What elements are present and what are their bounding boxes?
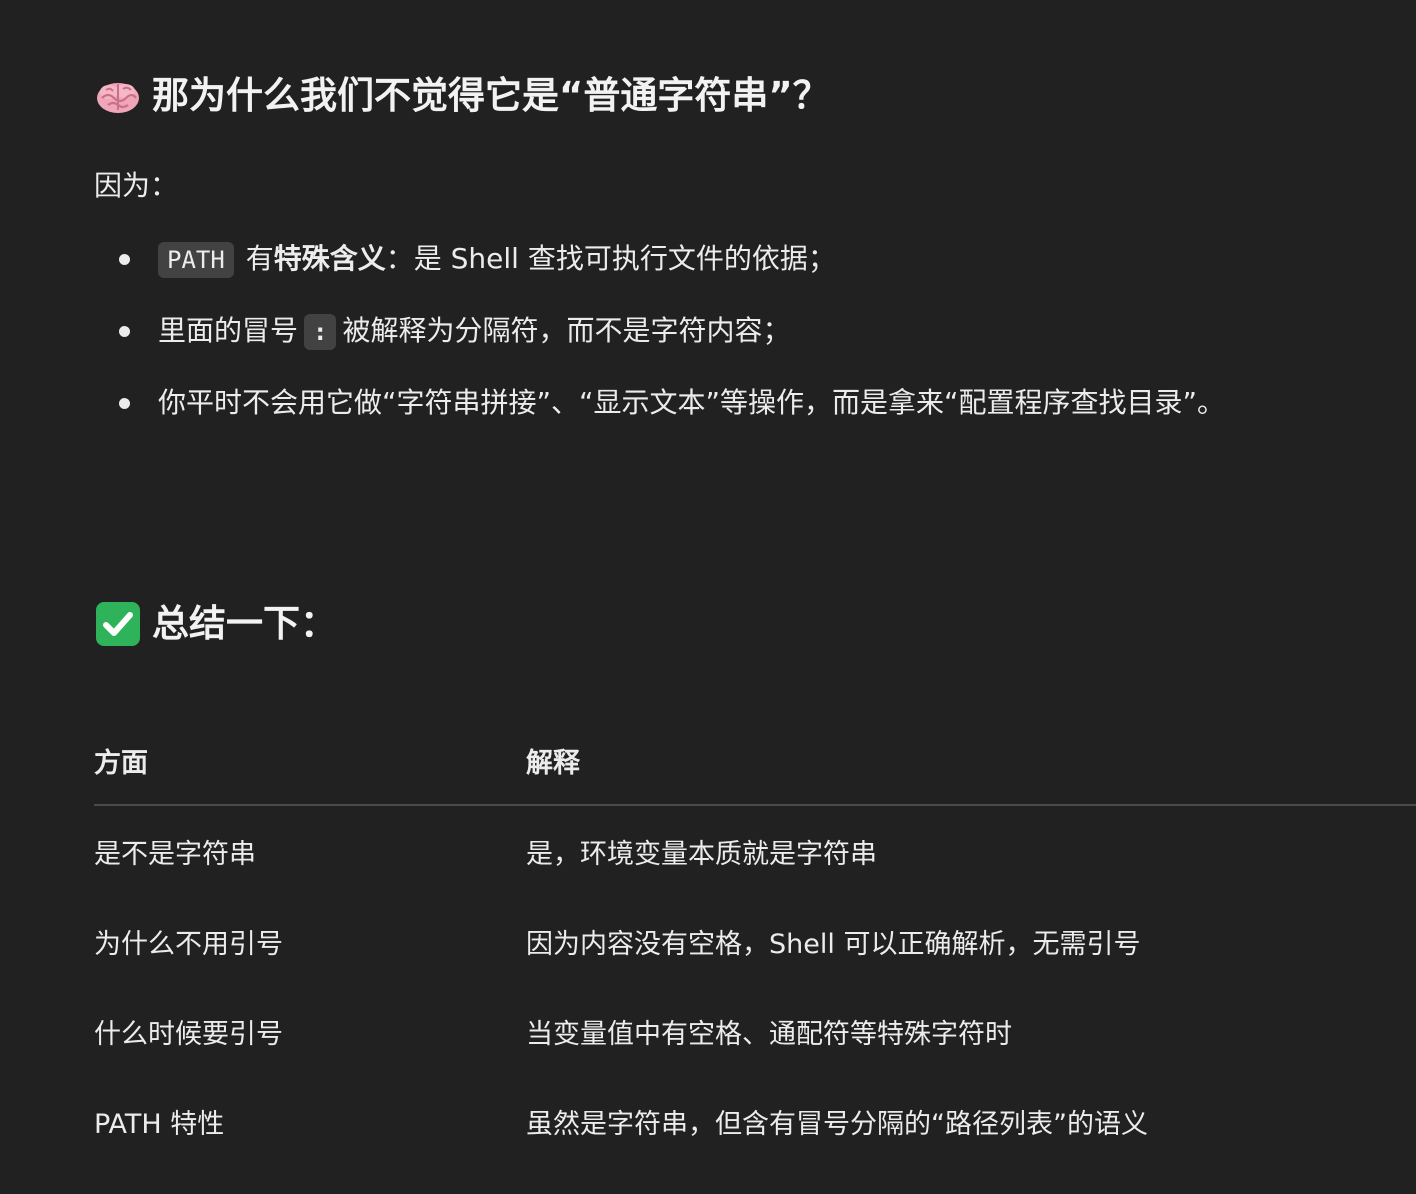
bullet-list: PATH 有特殊含义：是 Shell 查找可执行文件的依据； 里面的冒号: 被解释… — [94, 237, 1416, 453]
list-item: 里面的冒号: 被解释为分隔符，而不是字符内容； — [94, 309, 1416, 381]
intro-text: 因为： — [94, 169, 179, 202]
heading-why-text: 那为什么我们不觉得它是“普通字符串”？ — [152, 74, 830, 117]
brain-icon — [97, 83, 139, 113]
table-cell: 因为内容没有空格，Shell 可以正确解析，无需引号 — [526, 928, 1141, 960]
table-cell: 虽然是字符串，但含有冒号分隔的“路径列表”的语义 — [526, 1108, 1148, 1140]
table-row: PATH 特性 虽然是字符串，但含有冒号分隔的“路径列表”的语义 — [94, 1076, 1416, 1166]
table-cell: PATH 特性 — [94, 1108, 225, 1140]
table-header-row: 方面 解释 — [94, 716, 1416, 806]
bullet-text: 有 — [236, 242, 274, 275]
bullet-dot — [119, 326, 130, 337]
bullet-dot — [119, 254, 130, 265]
table-cell: 是，环境变量本质就是字符串 — [526, 838, 877, 870]
list-item: PATH 有特殊含义：是 Shell 查找可执行文件的依据； — [94, 237, 1416, 309]
heading-why: 那为什么我们不觉得它是“普通字符串”？ — [94, 72, 830, 120]
inline-code-colon: : — [304, 314, 337, 350]
table-header-explanation: 解释 — [526, 716, 1416, 806]
bullet-text: 你平时不会用它做“字符串拼接”、“显示文本”等操作，而是拿来“配置程序查找目录”… — [158, 386, 1226, 419]
heading-summary: 总结一下： — [94, 600, 337, 648]
bullet-text: ：是 Shell 查找可执行文件的依据； — [385, 242, 836, 275]
summary-table: 方面 解释 是不是字符串 是，环境变量本质就是字符串 为什么不用引号 因为内容没… — [94, 716, 1416, 1166]
inline-code-path: PATH — [158, 242, 234, 278]
table-header-aspect: 方面 — [94, 716, 526, 806]
table-cell: 是不是字符串 — [94, 838, 256, 870]
table-row: 为什么不用引号 因为内容没有空格，Shell 可以正确解析，无需引号 — [94, 896, 1416, 986]
table-cell: 当变量值中有空格、通配符等特殊字符时 — [526, 1018, 1012, 1050]
table-row: 什么时候要引号 当变量值中有空格、通配符等特殊字符时 — [94, 986, 1416, 1076]
bullet-text: 被解释为分隔符，而不是字符内容； — [342, 314, 791, 347]
bullet-text: 里面的冒号 — [158, 314, 299, 347]
check-mark-button-icon — [96, 602, 140, 646]
bullet-dot — [119, 398, 130, 409]
heading-summary-text: 总结一下： — [152, 602, 337, 645]
bold-text: 特殊含义 — [273, 242, 386, 275]
table-cell: 什么时候要引号 — [94, 1018, 283, 1050]
table-row: 是不是字符串 是，环境变量本质就是字符串 — [94, 805, 1416, 896]
list-item: 你平时不会用它做“字符串拼接”、“显示文本”等操作，而是拿来“配置程序查找目录”… — [94, 381, 1416, 453]
table-cell: 为什么不用引号 — [94, 928, 283, 960]
